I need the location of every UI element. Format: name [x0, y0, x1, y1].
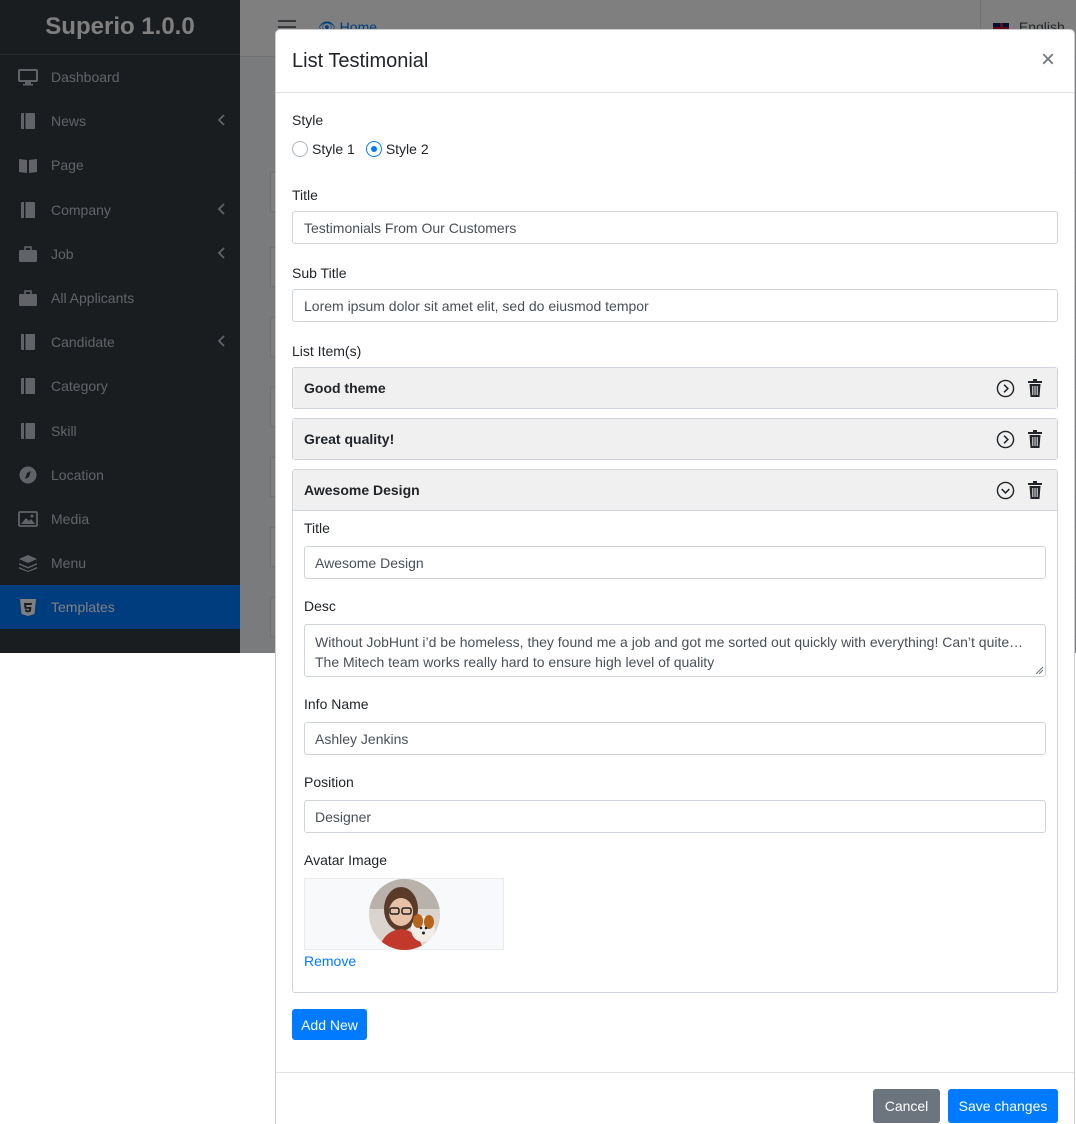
radio-circle[interactable] [292, 141, 308, 157]
list-testimonial-modal: List Testimonial × Style Style 1 Style 2… [275, 29, 1075, 1124]
remove-avatar-link[interactable]: Remove [304, 953, 356, 969]
list-item-title: Good theme [304, 380, 386, 396]
trash-icon[interactable] [1028, 379, 1042, 397]
subtitle-label: Sub Title [292, 265, 347, 281]
item-title-input[interactable]: Awesome Design [304, 546, 1046, 579]
desc-line: The Mitech team works really hard to ens… [315, 654, 715, 670]
radio-circle-checked[interactable] [365, 141, 382, 157]
item-title-label: Title [304, 520, 330, 536]
info-name-input[interactable]: Ashley Jenkins [304, 722, 1046, 755]
avatar-image-label: Avatar Image [304, 852, 388, 868]
item-desc-textarea[interactable]: Without JobHunt i’d be homeless, they fo… [304, 624, 1046, 677]
resize-grip-icon[interactable] [1035, 666, 1043, 674]
chevron-right-circle-icon[interactable] [996, 430, 1015, 449]
desc-line: Without JobHunt i’d be homeless, they fo… [315, 634, 1024, 650]
info-name-label: Info Name [304, 696, 369, 712]
cancel-button[interactable]: Cancel [873, 1089, 940, 1123]
add-new-button[interactable]: Add New [292, 1009, 367, 1040]
list-item-header[interactable]: Good theme [293, 368, 1057, 408]
close-icon[interactable]: × [1038, 48, 1058, 72]
trash-icon[interactable] [1028, 481, 1042, 499]
list-item-title: Great quality! [304, 431, 395, 447]
position-input[interactable]: Designer [304, 800, 1046, 833]
style-label: Style [292, 112, 324, 128]
list-item-expanded: Awesome Design Title Awesome Design Desc… [292, 469, 1058, 993]
avatar [369, 879, 440, 950]
style-1-label: Style 1 [312, 141, 355, 157]
list-item-body: Title Awesome Design Desc Without JobHun… [293, 510, 1057, 992]
item-desc-label: Desc [304, 598, 336, 614]
modal-footer: Cancel Save changes [276, 1072, 1074, 1124]
trash-icon[interactable] [1028, 430, 1042, 448]
modal-title: List Testimonial [292, 50, 429, 72]
avatar-image [369, 879, 440, 950]
chevron-right-circle-icon[interactable] [996, 379, 1015, 398]
subtitle-input[interactable]: Lorem ipsum dolor sit amet elit, sed do … [292, 289, 1058, 322]
modal-header: List Testimonial × [276, 30, 1074, 93]
style-radio-group: Style 1 Style 2 [292, 141, 440, 157]
list-item-title: Awesome Design [304, 482, 420, 498]
list-item-header[interactable]: Awesome Design [293, 470, 1057, 510]
style-2-label: Style 2 [385, 141, 429, 157]
avatar-upload-box[interactable] [304, 878, 504, 950]
list-item: Good theme [292, 367, 1058, 409]
position-label: Position [304, 774, 354, 790]
list-item: Great quality! [292, 418, 1058, 460]
title-label: Title [292, 187, 318, 203]
save-changes-button[interactable]: Save changes [948, 1089, 1058, 1123]
style-2-radio[interactable]: Style 2 [365, 141, 429, 157]
style-1-radio[interactable]: Style 1 [292, 141, 355, 157]
list-item-header[interactable]: Great quality! [293, 419, 1057, 459]
title-input[interactable]: Testimonials From Our Customers [292, 211, 1058, 244]
chevron-down-circle-icon[interactable] [996, 481, 1015, 500]
list-items-label: List Item(s) [292, 343, 362, 359]
